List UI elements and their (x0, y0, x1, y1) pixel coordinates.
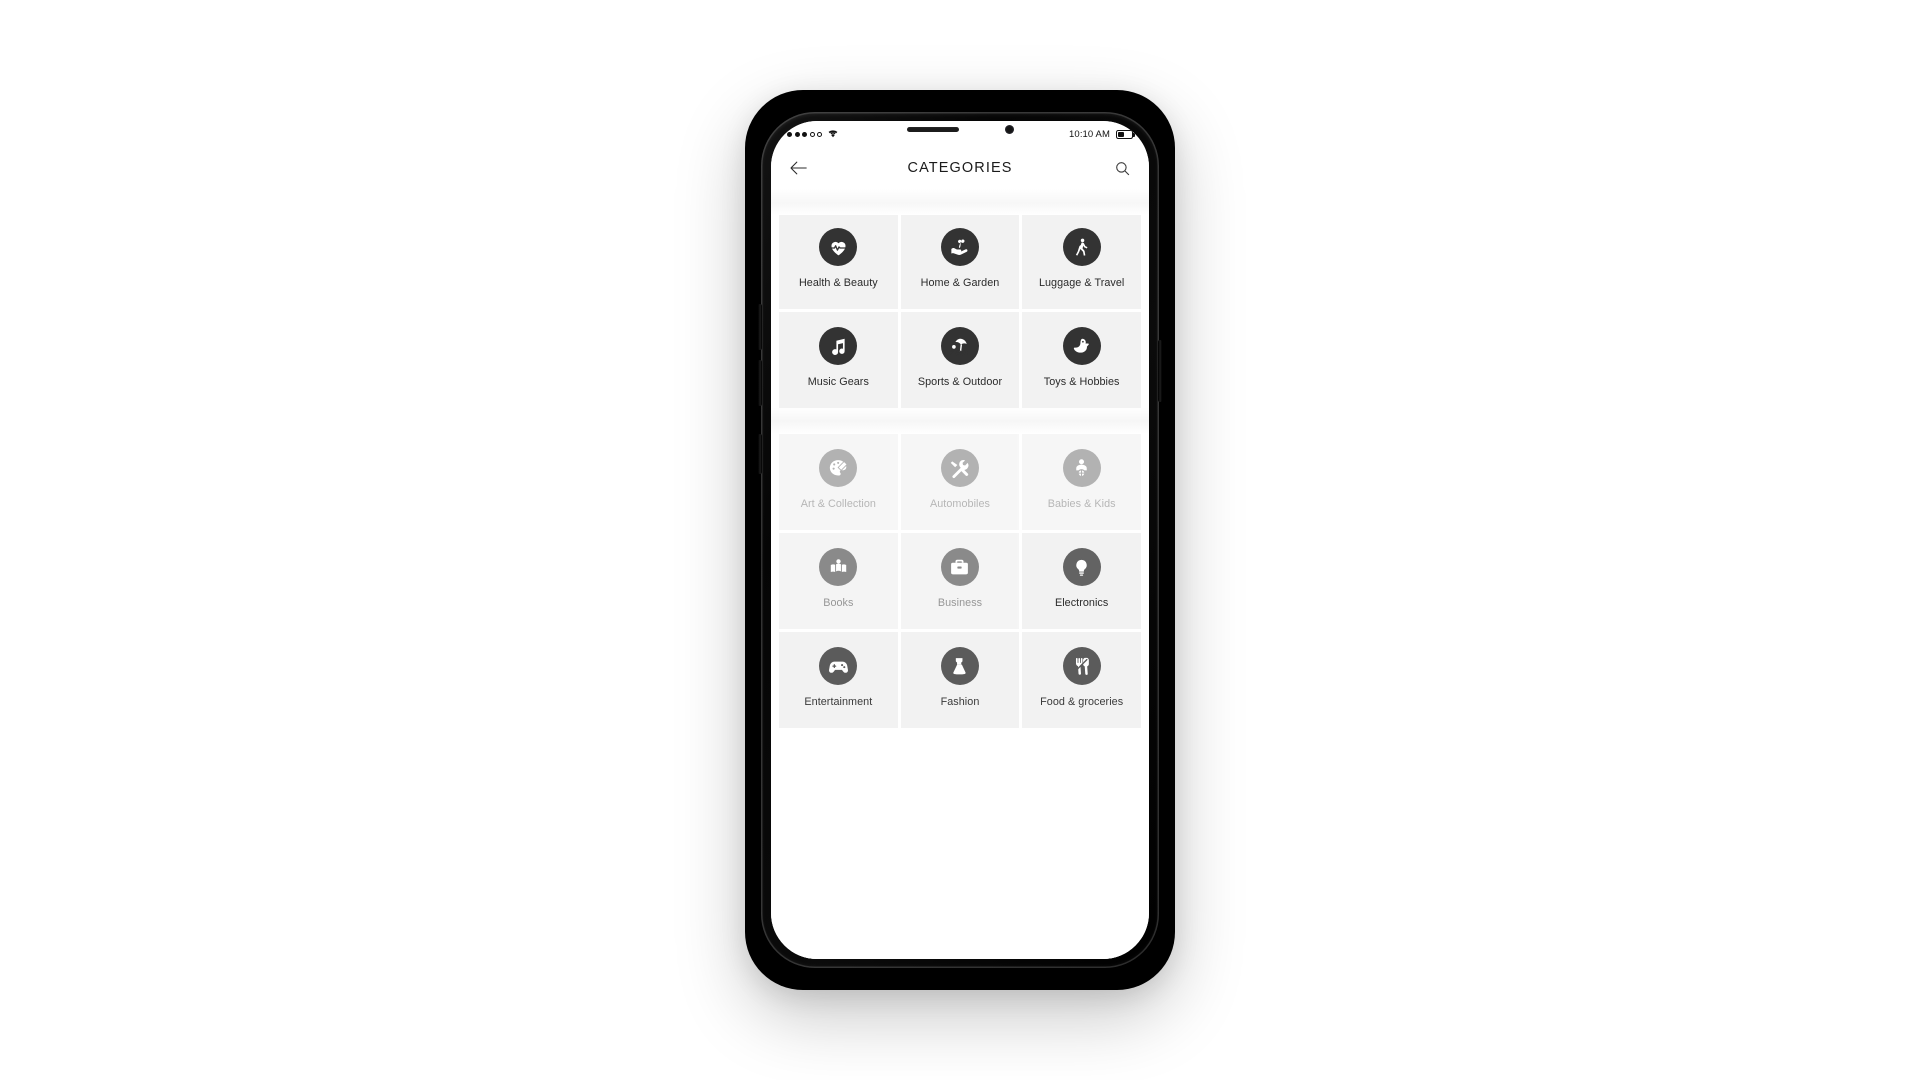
rubber-duck-icon (1062, 327, 1101, 365)
signal-dot (794, 131, 800, 137)
phone-screen: 10:10 AM CATEGORIES Health & Beauty Home… (771, 121, 1149, 959)
category-grid-group-2: Art & Collection Automobiles Babies & Ki… (771, 434, 1149, 728)
category-tile-toys-hobbies[interactable]: Toys & Hobbies (1022, 312, 1141, 408)
signal-dot (787, 131, 792, 137)
category-tile-books[interactable]: Books (779, 533, 898, 629)
category-tile-automobiles[interactable]: Automobiles (900, 434, 1020, 530)
open-book-reader-icon (819, 548, 858, 586)
smartphone-device: 10:10 AM CATEGORIES Health & Beauty Home… (758, 112, 1162, 968)
scroll-bottom-mask (771, 951, 1149, 959)
category-label: Art & Collection (800, 498, 876, 510)
category-tile-fashion[interactable]: Fashion (900, 632, 1020, 728)
status-bar-left (787, 128, 839, 141)
category-tile-home-garden[interactable]: Home & Garden (900, 213, 1020, 309)
assistant-button[interactable] (758, 434, 762, 474)
category-tile-art-collection[interactable]: Art & Collection (779, 434, 898, 530)
category-label: Toys & Hobbies (1043, 376, 1120, 388)
traveler-walking-icon (1062, 228, 1101, 266)
heartbeat-icon (819, 228, 858, 266)
category-grid-group-1: Health & Beauty Home & Garden Luggage & … (771, 189, 1149, 408)
signal-dot (817, 131, 822, 137)
music-note-icon (819, 327, 858, 365)
screenshot-canvas: 10:10 AM CATEGORIES Health & Beauty Home… (0, 0, 1920, 1080)
back-arrow-icon[interactable] (785, 155, 811, 181)
category-tile-food-groceries[interactable]: Food & groceries (1022, 632, 1141, 728)
category-label: Fashion (940, 696, 980, 708)
category-tile-sports-outdoor[interactable]: Sports & Outdoor (900, 312, 1020, 408)
lightbulb-icon (1062, 548, 1101, 586)
category-label: Luggage & Travel (1038, 277, 1125, 289)
category-tile-luggage-travel[interactable]: Luggage & Travel (1022, 213, 1141, 309)
category-label: Electronics (1054, 597, 1109, 609)
tools-icon (940, 449, 979, 487)
dress-icon (940, 647, 979, 685)
status-bar: 10:10 AM (771, 121, 1149, 147)
categories-scroll-area[interactable]: Health & Beauty Home & Garden Luggage & … (771, 189, 1149, 959)
hand-plant-icon (940, 228, 979, 266)
category-tile-music-gears[interactable]: Music Gears (779, 312, 898, 408)
category-label: Home & Garden (920, 277, 1000, 289)
signal-dot (809, 131, 815, 137)
category-label: Food & groceries (1040, 696, 1124, 708)
category-tile-business[interactable]: Business (900, 533, 1020, 629)
signal-strength-icon (787, 131, 822, 137)
page-title: CATEGORIES (907, 160, 1013, 176)
volume-up-button[interactable] (758, 304, 762, 350)
category-label: Music Gears (807, 376, 869, 388)
category-label: Sports & Outdoor (917, 376, 1003, 388)
paint-palette-icon (819, 449, 858, 487)
category-label: Books (823, 597, 854, 609)
baby-icon (1062, 449, 1101, 487)
category-tile-electronics[interactable]: Electronics (1022, 533, 1141, 629)
category-tile-babies-kids[interactable]: Babies & Kids (1022, 434, 1141, 530)
category-tile-health-beauty[interactable]: Health & Beauty (779, 213, 898, 309)
power-button[interactable] (1158, 340, 1162, 402)
signal-dot (802, 131, 807, 137)
group-separator (771, 408, 1149, 434)
wifi-icon (827, 128, 839, 141)
category-label: Babies & Kids (1047, 498, 1116, 510)
briefcase-icon (940, 548, 979, 586)
category-tile-entertainment[interactable]: Entertainment (779, 632, 898, 728)
volume-down-button[interactable] (758, 360, 762, 406)
search-icon[interactable] (1109, 155, 1135, 181)
battery-icon (1116, 129, 1135, 139)
app-bar: CATEGORIES (771, 147, 1149, 189)
status-bar-right: 10:10 AM (1069, 128, 1135, 140)
category-label: Automobiles (930, 498, 990, 510)
category-label: Business (937, 597, 983, 609)
status-bar-clock: 10:10 AM (1069, 128, 1110, 140)
beach-umbrella-icon (940, 327, 979, 365)
fork-knife-icon (1062, 647, 1101, 685)
gamepad-icon (819, 647, 858, 685)
category-label: Health & Beauty (798, 277, 878, 289)
category-label: Entertainment (804, 696, 873, 708)
